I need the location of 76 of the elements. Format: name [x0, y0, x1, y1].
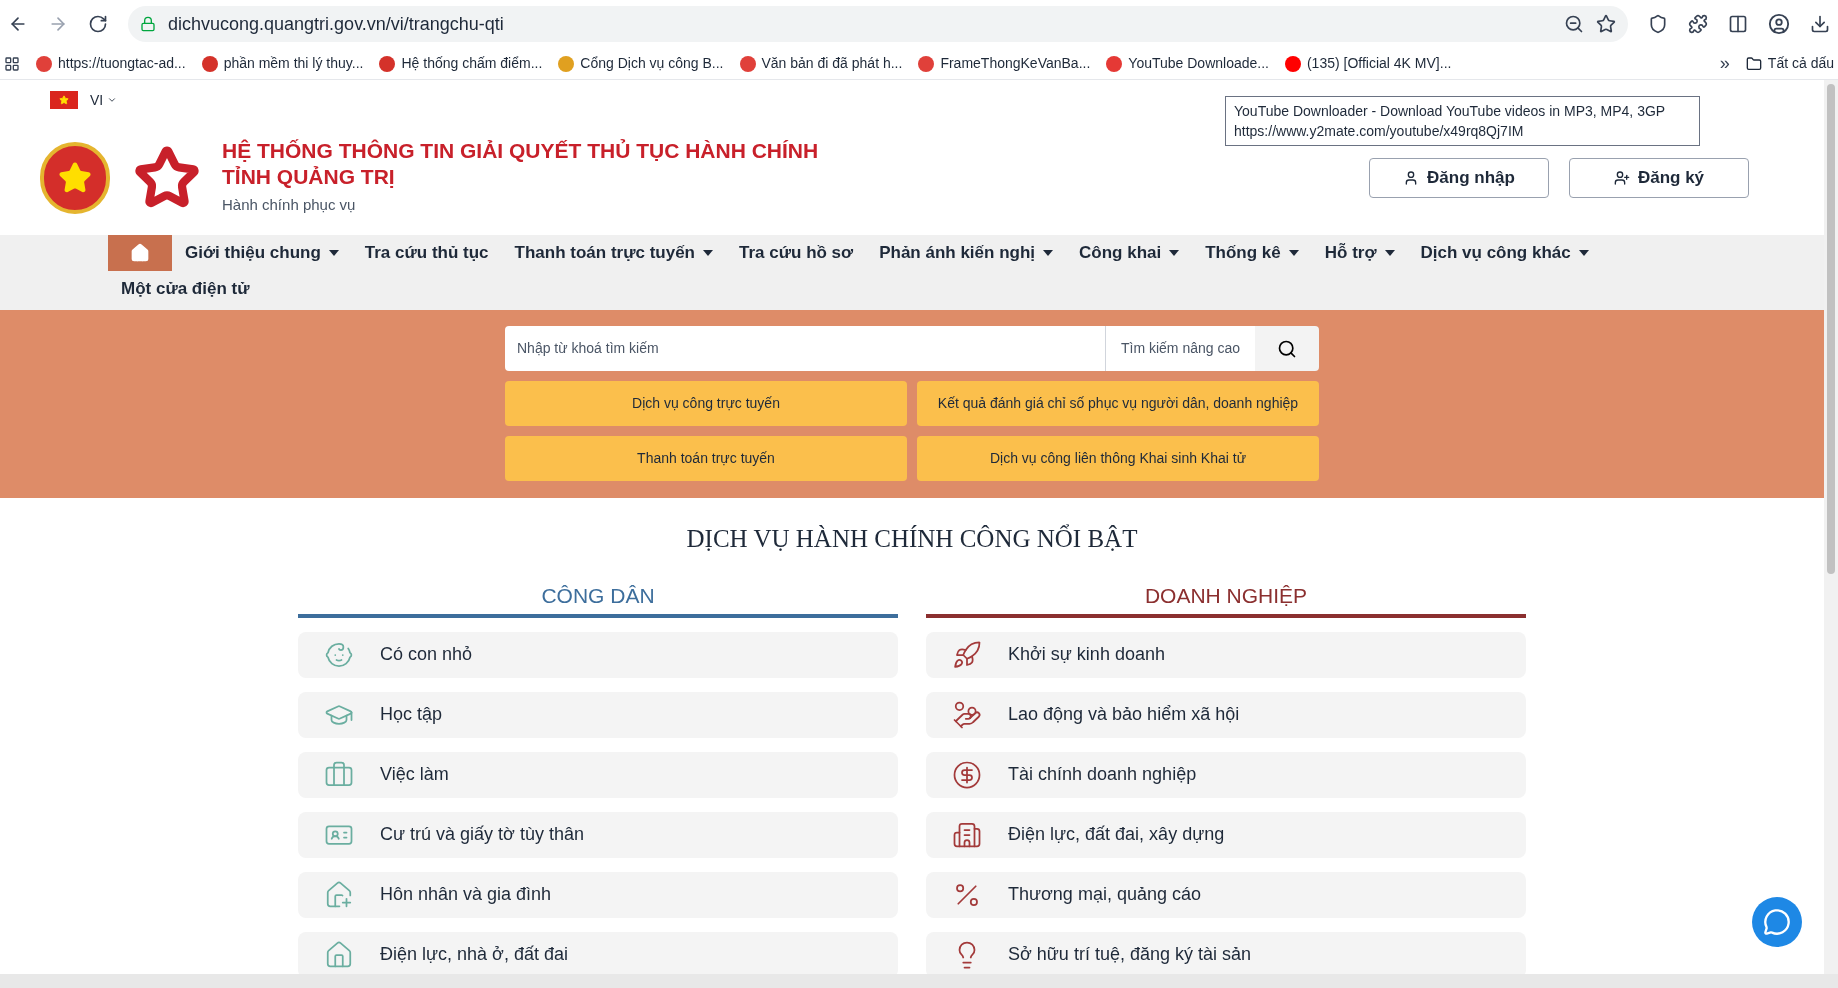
folder-icon [1745, 55, 1762, 72]
search-button[interactable] [1255, 326, 1319, 371]
site-subtitle: Hành chính phục vụ [222, 195, 357, 216]
service-category-item[interactable]: Sở hữu trí tuệ, đăng ký tài sản [926, 931, 1526, 974]
messenger-button[interactable] [1752, 897, 1802, 947]
dollar-icon [952, 759, 982, 790]
address-bar[interactable]: dichvucong.quangtri.gov.vn/vi/trangchu-qti [128, 6, 1628, 42]
scrollbar-thumb[interactable] [1827, 84, 1835, 574]
bookmark[interactable]: Văn bản đi đã phát h... [739, 53, 903, 74]
tooltip-url: https://www.y2mate.com/youtube/x49rq8Qj7IM [1234, 122, 1525, 141]
reload-icon[interactable] [88, 14, 108, 34]
shield-icon[interactable] [1648, 14, 1668, 34]
service-category-item[interactable]: Điện lực, đất đai, xây dựng [926, 811, 1526, 858]
nav-menu-item[interactable]: Dịch vụ công khác [1407, 235, 1602, 271]
tooltip-title: YouTube Downloader - Download YouTube videos in MP3, MP4, 3GP [1234, 102, 1667, 121]
star-icon[interactable] [1596, 14, 1616, 34]
nav-menu-item[interactable]: Một cửa điện tử [108, 271, 263, 307]
nav-menu-item[interactable]: Thống kê [1192, 235, 1312, 271]
side-panel-icon[interactable] [1728, 14, 1748, 34]
nav-menu-item[interactable]: Công khai [1066, 235, 1193, 271]
nav-menu-item[interactable]: Hỗ trợ [1311, 235, 1408, 271]
login-button[interactable]: Đăng nhập [1369, 157, 1549, 198]
service-category-item[interactable]: Thương mại, quảng cáo [926, 871, 1526, 918]
profile-icon[interactable] [1768, 13, 1790, 35]
bookmark[interactable]: FrameThongKeVanBa... [918, 53, 1091, 74]
home-button[interactable] [108, 235, 172, 271]
bookmark[interactable]: (135) [Official 4K MV]... [1284, 53, 1452, 74]
search-icon [1277, 338, 1297, 359]
section-heading: DỊCH VỤ HÀNH CHÍNH CÔNG NỔI BẬT [686, 523, 1138, 554]
advanced-search-button[interactable]: Tìm kiếm nâng cao [1105, 326, 1255, 371]
bookmark[interactable]: phần mềm thi lý thuy... [201, 53, 364, 74]
nav-menu-item[interactable]: Giới thiệu chung [172, 235, 352, 271]
download-icon[interactable] [1810, 14, 1830, 34]
apps-icon[interactable] [4, 55, 20, 72]
quick-link-button[interactable]: Dịch vụ công liên thông Khai sinh Khai tử [917, 436, 1319, 481]
service-category-item[interactable]: Việc làm [298, 751, 898, 798]
chevron-down-icon [107, 95, 118, 105]
rocket-icon [952, 639, 982, 670]
nav-menu-item[interactable]: Tra cứu hồ sơ [726, 235, 867, 271]
column-tab[interactable]: DOANH NGHIỆP [926, 577, 1526, 618]
home-icon [130, 243, 150, 263]
house-icon [324, 879, 354, 910]
bookmark[interactable]: https://tuongtac-ad... [36, 53, 186, 74]
extensions-icon[interactable] [1688, 14, 1708, 34]
column-tab[interactable]: CÔNG DÂN [298, 577, 898, 618]
service-category-item[interactable]: Điện lực, nhà ở, đất đai [298, 931, 898, 974]
site-title: HỆ THỐNG THÔNG TIN GIẢI QUYẾT THỦ TỤC HÀNH CHÍNH [222, 138, 819, 165]
messenger-icon [1763, 908, 1791, 936]
language-selector[interactable]: VI [90, 89, 118, 111]
search-field[interactable]: Nhập từ khoá tìm kiếm [505, 326, 1105, 371]
service-category-item[interactable]: Khởi sự kinh doanh [926, 631, 1526, 678]
nav-menu-item[interactable]: Tra cứu thủ tục [351, 235, 502, 271]
service-category-item[interactable]: Tài chính doanh nghiệp [926, 751, 1526, 798]
service-category-item[interactable]: Học tập [298, 691, 898, 738]
nav-menu-item[interactable]: Thanh toán trực tuyến [501, 235, 726, 271]
bookmark[interactable]: YouTube Downloade... [1106, 53, 1269, 74]
bookmark[interactable]: Cổng Dịch vụ công B... [558, 53, 724, 74]
service-category-item[interactable]: Hôn nhân và gia đình [298, 871, 898, 918]
user-plus-icon [1613, 169, 1630, 186]
lock-icon [140, 16, 156, 32]
all-bookmarks-folder[interactable]: Tất cả dấu [1745, 53, 1834, 74]
service-category-item[interactable]: Có con nhỏ [298, 631, 898, 678]
service-category-item[interactable]: Cư trú và giấy tờ tùy thân [298, 811, 898, 858]
register-button[interactable]: Đăng ký [1569, 157, 1749, 198]
zoom-out-icon[interactable] [1564, 14, 1584, 34]
hand-coins-icon [952, 699, 982, 730]
quick-link-button[interactable]: Kết quả đánh giá chỉ số phục vụ người dân, doanh nghiệp [917, 381, 1319, 426]
bookmarks-overflow[interactable]: » [1719, 50, 1730, 77]
service-category-item[interactable]: Lao động và bảo hiểm xã hội [926, 691, 1526, 738]
quick-link-button[interactable]: Thanh toán trực tuyến [505, 436, 907, 481]
nav-menu-item[interactable]: Phản ánh kiến nghị [866, 235, 1067, 271]
quick-link-button[interactable]: Dịch vụ công trực tuyến [505, 381, 907, 426]
site-title: TỈNH QUẢNG TRỊ [222, 164, 396, 191]
house-icon [324, 939, 354, 970]
bookmark[interactable]: Hệ thống chấm điểm... [379, 53, 543, 74]
vietnam-flag-icon [50, 91, 78, 109]
